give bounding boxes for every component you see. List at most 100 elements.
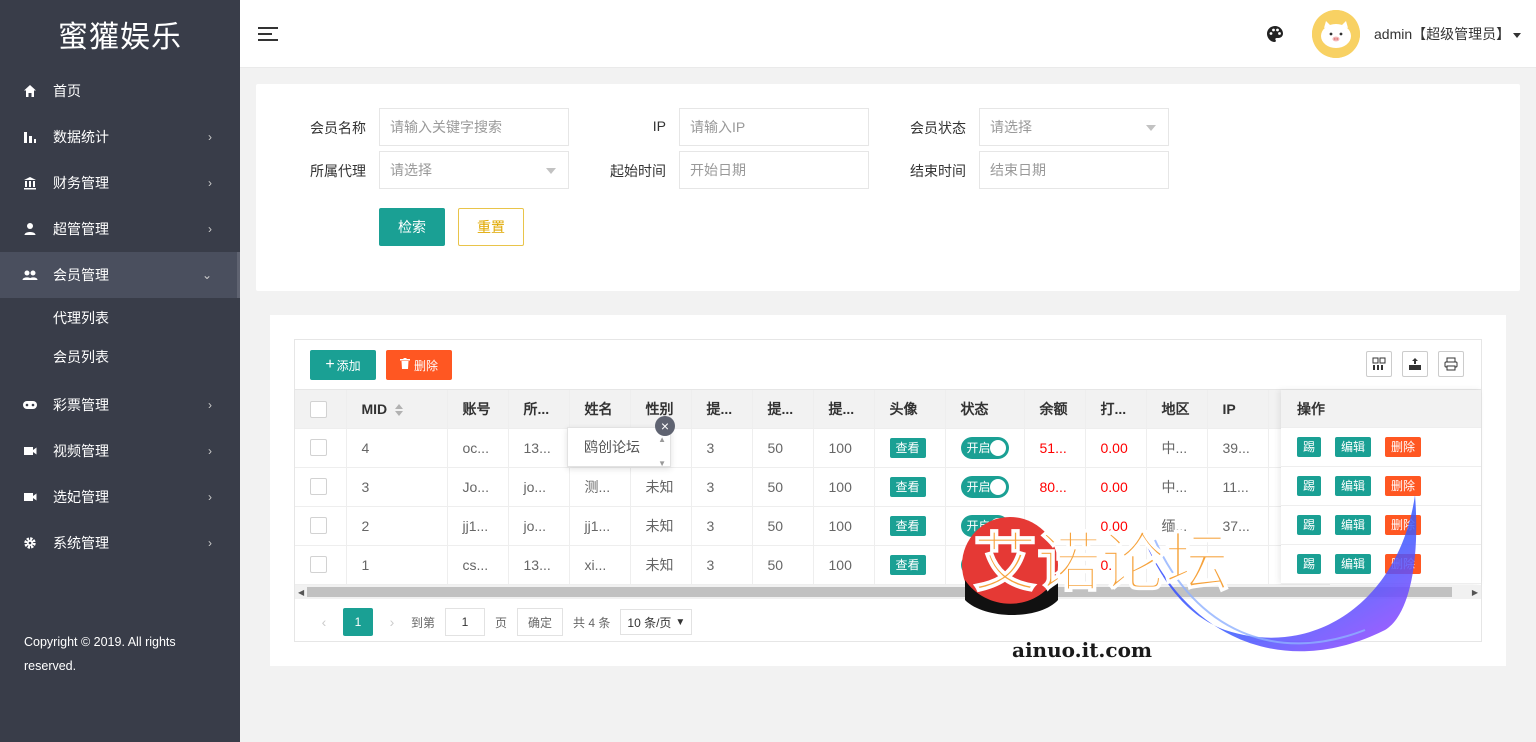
next-page-icon[interactable]: › bbox=[379, 614, 405, 630]
sidebar-item-label: 视频管理 bbox=[53, 443, 109, 459]
cell-mid: 1 bbox=[346, 545, 448, 585]
cell-t1: 3 bbox=[691, 506, 753, 546]
column-header: 头像 bbox=[874, 390, 946, 429]
column-header: IP bbox=[1207, 390, 1269, 429]
view-avatar-button[interactable]: 查看 bbox=[889, 515, 926, 536]
row-select-cell[interactable] bbox=[295, 506, 347, 546]
table-header-row: MID 账号 所... 姓名 性别 提... 提... 提... 头像 状态 余… bbox=[295, 390, 1330, 429]
row-select-cell[interactable] bbox=[295, 467, 347, 507]
column-header[interactable]: MID bbox=[346, 390, 448, 429]
start-date-input[interactable]: 开始日期 bbox=[679, 151, 869, 189]
end-date-input[interactable]: 结束日期 bbox=[979, 151, 1169, 189]
sidebar-item-members[interactable]: 会员管理 ⌄ bbox=[0, 252, 240, 298]
bank-icon bbox=[22, 175, 38, 191]
users-icon bbox=[22, 267, 38, 283]
cell-account: cs... bbox=[447, 545, 509, 585]
table-toolbar: + 添加 删除 bbox=[295, 340, 1481, 390]
goto-label: 到第 bbox=[411, 615, 436, 630]
row-checkbox[interactable] bbox=[310, 556, 327, 574]
member-name-input[interactable]: 请输入关键字搜索 bbox=[379, 108, 569, 146]
watermark-url: ainuo.it.com bbox=[1012, 638, 1153, 662]
sidebar-item-system[interactable]: 系统管理 › bbox=[0, 520, 240, 566]
home-icon bbox=[22, 83, 38, 99]
sort-icon[interactable] bbox=[395, 404, 404, 417]
cell-t3: 100 bbox=[813, 506, 875, 546]
cell-avatar: 查看 bbox=[874, 428, 946, 468]
scroll-right-icon[interactable]: ▶ bbox=[1472, 588, 1478, 597]
sidebar-item-videos[interactable]: 视频管理 › bbox=[0, 428, 240, 474]
tooltip-text: 鸥创论坛 bbox=[584, 439, 640, 455]
page-current[interactable]: 1 bbox=[343, 608, 373, 636]
chevron-right-icon: › bbox=[208, 444, 212, 458]
cell-name: jj1... bbox=[569, 506, 631, 546]
column-header: 状态 bbox=[945, 390, 1025, 429]
member-status-select[interactable]: 请选择 bbox=[979, 108, 1169, 146]
scroll-left-icon[interactable]: ◀ bbox=[298, 588, 304, 597]
gamepad-icon bbox=[22, 397, 38, 413]
sidebar-item-finance[interactable]: 财务管理 › bbox=[0, 160, 240, 206]
select-all-cell[interactable] bbox=[295, 390, 347, 429]
column-header: 提... bbox=[813, 390, 875, 429]
avatar[interactable] bbox=[1312, 10, 1360, 58]
sidebar-item-admins[interactable]: 超管管理 › bbox=[0, 206, 240, 252]
user-menu[interactable]: admin【超级管理员】 bbox=[1374, 24, 1522, 44]
cell-agent: 13... bbox=[508, 545, 570, 585]
print-icon[interactable] bbox=[1438, 351, 1464, 377]
reset-button[interactable]: 重置 bbox=[458, 208, 524, 246]
cell-name: 测... bbox=[569, 467, 631, 507]
cell-gender: 未知 bbox=[630, 506, 692, 546]
view-avatar-button[interactable]: 查看 bbox=[889, 554, 926, 575]
end-time-label: 结束时间 bbox=[910, 163, 966, 179]
sidebar-subitem-member-list[interactable]: 会员列表 bbox=[0, 337, 240, 376]
sidebar-item-home[interactable]: 首页 bbox=[0, 68, 240, 114]
page-unit-label: 页 bbox=[495, 615, 508, 630]
trash-icon bbox=[399, 358, 410, 372]
video-icon bbox=[22, 489, 38, 505]
cell-t3: 100 bbox=[813, 545, 875, 585]
column-header: 账号 bbox=[447, 390, 509, 429]
row-checkbox[interactable] bbox=[310, 517, 327, 535]
spinner-arrows-icon: ▲ ▼ bbox=[658, 435, 666, 468]
column-header: 姓名 bbox=[569, 390, 631, 429]
row-checkbox[interactable] bbox=[310, 478, 327, 496]
ip-label: IP bbox=[652, 118, 666, 134]
sidebar-item-lottery[interactable]: 彩票管理 › bbox=[0, 382, 240, 428]
close-icon[interactable]: × bbox=[655, 416, 675, 436]
view-avatar-button[interactable]: 查看 bbox=[889, 476, 926, 497]
select-all-checkbox[interactable] bbox=[310, 400, 327, 418]
sidebar-item-selection[interactable]: 选妃管理 › bbox=[0, 474, 240, 520]
search-button[interactable]: 检索 bbox=[379, 208, 445, 246]
column-header: 余额 bbox=[1024, 390, 1086, 429]
cell-t3: 100 bbox=[813, 467, 875, 507]
search-panel: 会员名称 请输入关键字搜索 IP 请输入IP 会员状态 请选择 所属代理 请选择… bbox=[256, 84, 1520, 291]
page-size-select[interactable]: 10 条/页 ▼ bbox=[620, 609, 693, 635]
watermark-title: 艾诺论坛 bbox=[973, 527, 1229, 601]
sidebar-item-stats[interactable]: 数据统计 › bbox=[0, 114, 240, 160]
agent-select[interactable]: 请选择 bbox=[379, 151, 569, 189]
view-avatar-button[interactable]: 查看 bbox=[889, 437, 926, 458]
column-header: 提... bbox=[752, 390, 814, 429]
cell-t2: 50 bbox=[752, 467, 814, 507]
export-icon[interactable] bbox=[1402, 351, 1428, 377]
chevron-down-icon: ⌄ bbox=[201, 268, 212, 282]
ip-input[interactable]: 请输入IP bbox=[679, 108, 869, 146]
user-name: admin【超级管理员】 bbox=[1374, 26, 1511, 42]
columns-filter-icon[interactable] bbox=[1366, 351, 1392, 377]
palette-icon[interactable] bbox=[1266, 25, 1284, 43]
row-select-cell[interactable] bbox=[295, 545, 347, 585]
goto-confirm-button[interactable]: 确定 bbox=[517, 608, 564, 636]
goto-page-input[interactable]: 1 bbox=[445, 608, 486, 636]
cell-t3: 100 bbox=[813, 428, 875, 468]
sidebar-item-label: 数据统计 bbox=[53, 129, 109, 145]
cell-mid: 4 bbox=[346, 428, 448, 468]
sidebar-item-label: 选妃管理 bbox=[53, 489, 109, 505]
chevron-right-icon: › bbox=[208, 398, 212, 412]
batch-delete-button[interactable]: 删除 bbox=[386, 350, 452, 380]
add-button[interactable]: + 添加 bbox=[310, 350, 376, 380]
row-checkbox[interactable] bbox=[310, 439, 327, 457]
prev-page-icon[interactable]: ‹ bbox=[311, 614, 337, 630]
row-select-cell[interactable] bbox=[295, 428, 347, 468]
sidebar-subitem-agent-list[interactable]: 代理列表 bbox=[0, 298, 240, 337]
menu-toggle-icon[interactable] bbox=[258, 27, 278, 41]
cell-agent: 13... bbox=[508, 428, 570, 468]
